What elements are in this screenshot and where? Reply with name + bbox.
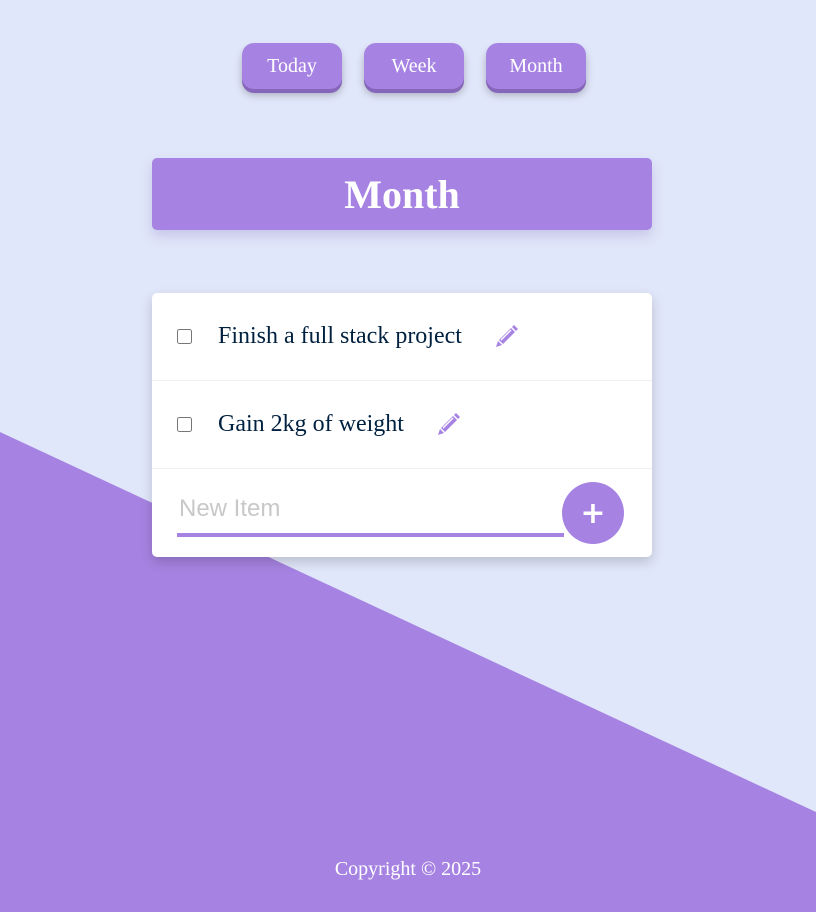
footer-copyright: Copyright © 2025 (334, 858, 482, 880)
list-title: Month (344, 171, 460, 217)
new-item-row: + (152, 469, 652, 557)
list-item: Finish a full stack project (152, 293, 652, 381)
add-item-button[interactable]: + (562, 482, 624, 544)
list-heading-box: Month (152, 158, 652, 230)
today-button[interactable]: Today (242, 43, 342, 89)
item-checkbox[interactable] (177, 329, 192, 344)
item-checkbox[interactable] (177, 417, 192, 432)
week-button[interactable]: Week (364, 43, 464, 89)
list-item: Gain 2kg of weight (152, 381, 652, 469)
pencil-icon[interactable] (492, 323, 520, 351)
item-text: Finish a full stack project (218, 323, 462, 349)
pencil-icon[interactable] (434, 411, 462, 439)
period-nav: Today Week Month (0, 43, 816, 89)
month-button[interactable]: Month (486, 43, 586, 89)
todo-card: Finish a full stack project Gain 2kg of … (152, 293, 652, 557)
new-item-input[interactable] (177, 489, 564, 537)
item-text: Gain 2kg of weight (218, 411, 404, 437)
